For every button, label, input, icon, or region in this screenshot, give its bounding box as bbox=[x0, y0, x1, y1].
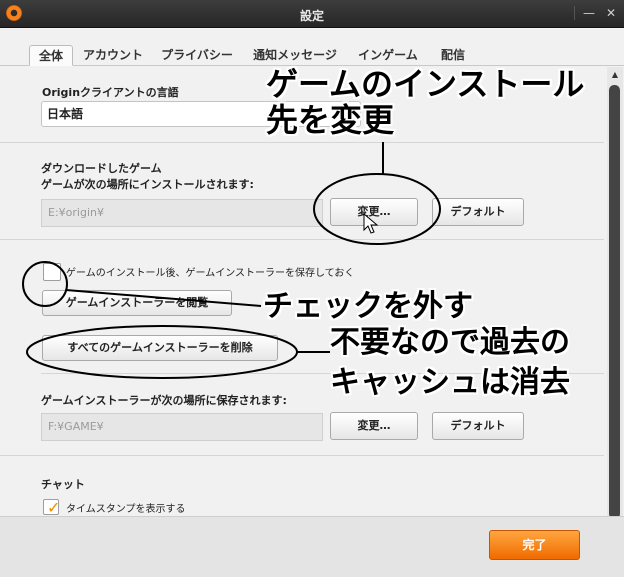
done-button[interactable]: 完了 bbox=[489, 530, 580, 560]
close-icon[interactable]: ✕ bbox=[603, 5, 619, 21]
default-installer-path-button[interactable]: デフォルト bbox=[432, 412, 524, 440]
annotation-clear-cache: 不要なので過去の キャッシュは消去 bbox=[330, 323, 570, 403]
divider bbox=[0, 142, 604, 143]
tab-broadcast[interactable]: 配信 bbox=[437, 45, 469, 66]
timestamp-checkbox[interactable]: ✓ bbox=[43, 498, 61, 516]
download-section-title: ダウンロードしたゲーム bbox=[41, 162, 162, 175]
vertical-scrollbar[interactable]: ▲ bbox=[607, 67, 623, 519]
annotation-line: 不要なので過去の bbox=[330, 325, 570, 360]
save-installer-label: ゲームのインストール後、ゲームインストーラーを保存しておく bbox=[66, 268, 355, 279]
change-installer-path-button[interactable]: 変更… bbox=[330, 412, 418, 440]
installer-save-location-label: ゲームインストーラーが次の場所に保存されます: bbox=[41, 394, 287, 407]
tab-in-game[interactable]: インゲーム bbox=[357, 45, 419, 66]
annotation-line: ゲームのインストール bbox=[266, 65, 585, 103]
title-separator bbox=[574, 6, 575, 20]
annotation-line: キャッシュは消去 bbox=[330, 365, 570, 400]
annotation-change-location: ゲームのインストール 先を変更 bbox=[266, 66, 584, 138]
divider bbox=[0, 239, 604, 240]
chat-section-title: チャット bbox=[41, 478, 85, 491]
install-path-field[interactable]: E:¥origin¥ bbox=[41, 199, 323, 227]
window-title: 設定 bbox=[299, 9, 324, 23]
change-install-path-button[interactable]: 変更… bbox=[330, 198, 418, 226]
tab-account[interactable]: アカウント bbox=[83, 45, 143, 66]
save-installer-checkbox[interactable] bbox=[43, 263, 61, 281]
timestamp-label: タイムスタンプを表示する bbox=[66, 504, 186, 515]
tab-general[interactable]: 全体 bbox=[29, 45, 73, 66]
scroll-up-arrow-icon[interactable]: ▲ bbox=[607, 69, 623, 81]
tab-notifications[interactable]: 通知メッセージ bbox=[253, 45, 337, 66]
default-install-path-button[interactable]: デフォルト bbox=[432, 198, 524, 226]
tab-bar: 全体 アカウント プライバシー 通知メッセージ インゲーム 配信 bbox=[0, 28, 624, 66]
installer-path-field[interactable]: F:¥GAME¥ bbox=[41, 413, 323, 441]
language-label: Originクライアントの言語 bbox=[42, 86, 179, 99]
install-location-label: ゲームが次の場所にインストールされます: bbox=[41, 178, 254, 191]
scroll-thumb[interactable] bbox=[609, 85, 620, 519]
title-bar: 設定 — ✕ bbox=[0, 0, 624, 28]
divider bbox=[0, 455, 604, 456]
annotation-line: 先を変更 bbox=[266, 101, 395, 139]
delete-installers-button[interactable]: すべてのゲームインストーラーを削除 bbox=[42, 335, 278, 361]
check-icon: ✓ bbox=[47, 498, 61, 516]
view-installers-button[interactable]: ゲームインストーラーを閲覧 bbox=[42, 290, 232, 316]
annotation-uncheck: チェックを外す bbox=[263, 289, 473, 324]
minimize-icon[interactable]: — bbox=[581, 5, 597, 21]
footer-bar: 完了 bbox=[0, 516, 624, 577]
tab-privacy[interactable]: プライバシー bbox=[158, 45, 236, 66]
